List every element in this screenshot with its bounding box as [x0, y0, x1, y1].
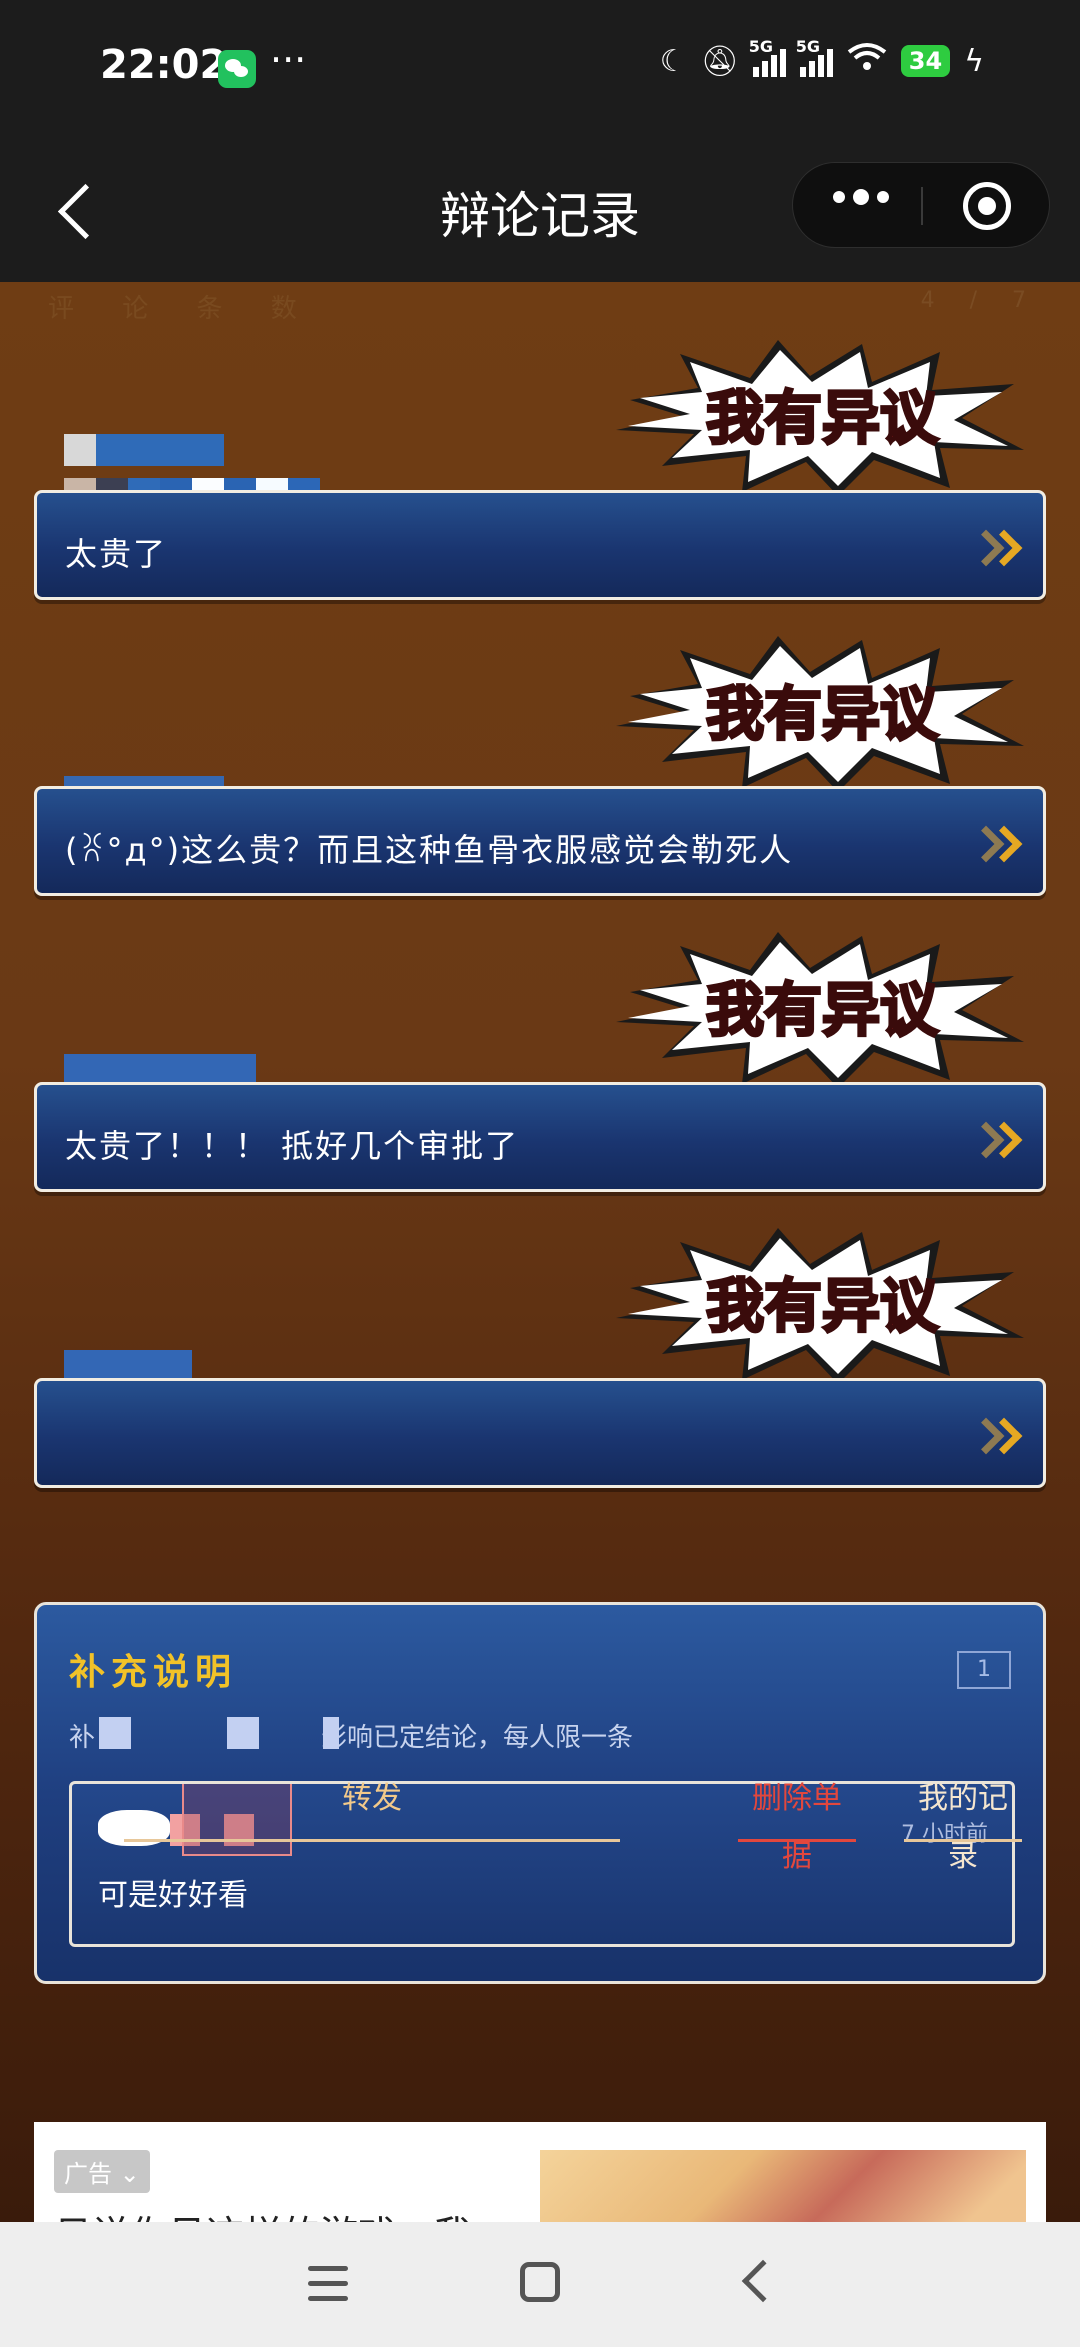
objection-badge: 我有异议 — [610, 930, 1030, 1090]
ad-text: 日说你见这样的游戏，我 — [54, 2204, 472, 2222]
supplement-count-badge: 1 — [957, 1651, 1011, 1689]
status-bar: 22:02 ··· ☾ 🔕︎ 5G 5G 34 ϟ — [0, 0, 1080, 140]
home-icon[interactable] — [520, 2262, 560, 2302]
signal-icon: 5G — [749, 37, 786, 77]
objection-burst-icon: 我有异议 — [616, 1228, 1024, 1384]
avatar-top — [64, 434, 224, 466]
target-close-icon[interactable] — [963, 182, 1011, 230]
objection-burst-icon: 我有异议 — [616, 932, 1024, 1088]
nav-bar: 辩论记录 — [0, 140, 1080, 282]
svg-text:我有异议: 我有异议 — [706, 976, 939, 1044]
forward-button[interactable]: 转发 — [124, 1770, 620, 1842]
objection-badge: 我有异议 — [610, 634, 1030, 794]
more-dots-icon[interactable] — [833, 189, 889, 205]
supplement-description: 补影响已定结论，每人限一条 — [69, 1723, 634, 1753]
debate-entry[interactable]: 我有异议 太贵了 — [0, 338, 1080, 634]
mute-bell-icon: 🔕︎ — [700, 43, 739, 79]
charging-icon: ϟ — [964, 43, 984, 79]
ad-image[interactable] — [540, 2150, 1026, 2222]
moon-icon: ☾ — [659, 43, 687, 79]
double-chevron-right-icon[interactable] — [967, 1121, 1025, 1163]
system-nav-bar — [0, 2222, 1080, 2347]
objection-text: (ꐦ°д°)这么贵？而且这种鱼骨衣服感觉会勒死人 — [65, 831, 794, 869]
my-records-button[interactable]: 我的记录 — [904, 1770, 1022, 1874]
objection-burst-icon: 我有异议 — [616, 340, 1024, 496]
status-more: ··· — [270, 38, 307, 82]
double-chevron-right-icon[interactable] — [967, 1417, 1025, 1459]
chevron-down-icon: ⌄ — [112, 2160, 140, 2188]
comment-message: 可是好好看 — [98, 1878, 248, 1913]
wechat-icon — [218, 50, 256, 88]
double-chevron-right-icon[interactable] — [967, 825, 1025, 867]
debate-entry[interactable]: 我有异议 (ꐦ°д°)这么贵？而且这种鱼骨衣服感觉会勒死人 — [0, 634, 1080, 930]
status-time: 22:02 — [100, 42, 228, 88]
faint-page-indicator: 4 / 7 — [920, 288, 1040, 313]
miniprogram-capsule — [792, 162, 1050, 248]
redaction-block — [323, 1717, 339, 1749]
system-back-icon[interactable] — [741, 2259, 785, 2303]
objection-bar[interactable]: 太贵了 — [34, 490, 1046, 600]
objection-text: 太贵了 — [65, 535, 168, 573]
menu-icon[interactable] — [308, 2266, 348, 2302]
objection-bar[interactable]: 太贵了！！！ 抵好几个审批了 — [34, 1082, 1046, 1192]
double-chevron-right-icon[interactable] — [967, 529, 1025, 571]
battery-icon: 34 — [900, 45, 951, 77]
delete-record-button[interactable]: 删除单据 — [738, 1770, 856, 1874]
objection-badge: 我有异议 — [610, 1226, 1030, 1386]
ad-banner[interactable]: 广告 ⌄ 日说你见这样的游戏，我 — [34, 2122, 1046, 2222]
objection-burst-icon: 我有异议 — [616, 636, 1024, 792]
debate-entry[interactable]: 我有异议 — [0, 1226, 1080, 1522]
capsule-divider — [921, 187, 923, 225]
debate-entry[interactable]: 我有异议 太贵了！！！ 抵好几个审批了 — [0, 930, 1080, 1226]
ad-tag[interactable]: 广告 ⌄ — [54, 2150, 150, 2193]
wifi-icon — [847, 42, 887, 80]
status-icons: ☾ 🔕︎ 5G 5G 34 ϟ — [659, 37, 984, 80]
signal-icon: 5G — [796, 37, 833, 77]
svg-text:我有异议: 我有异议 — [706, 384, 939, 452]
objection-badge: 我有异议 — [610, 338, 1030, 498]
objection-bar[interactable]: (ꐦ°д°)这么贵？而且这种鱼骨衣服感觉会勒死人 — [34, 786, 1046, 896]
objection-text: 太贵了！！！ 抵好几个审批了 — [65, 1127, 520, 1165]
debate-content: 评 论 条 数 4 / 7 我有异议 太贵了 我有异议 (ꐦ°д°)这么贵？而且… — [0, 282, 1080, 2222]
redaction-block — [99, 1717, 131, 1749]
svg-text:我有异议: 我有异议 — [706, 1272, 939, 1340]
objection-bar[interactable] — [34, 1378, 1046, 1488]
svg-text:我有异议: 我有异议 — [706, 680, 939, 748]
faint-header: 评 论 条 数 — [48, 294, 317, 324]
redaction-block — [227, 1717, 259, 1749]
supplement-title: 补充说明 — [69, 1652, 238, 1693]
